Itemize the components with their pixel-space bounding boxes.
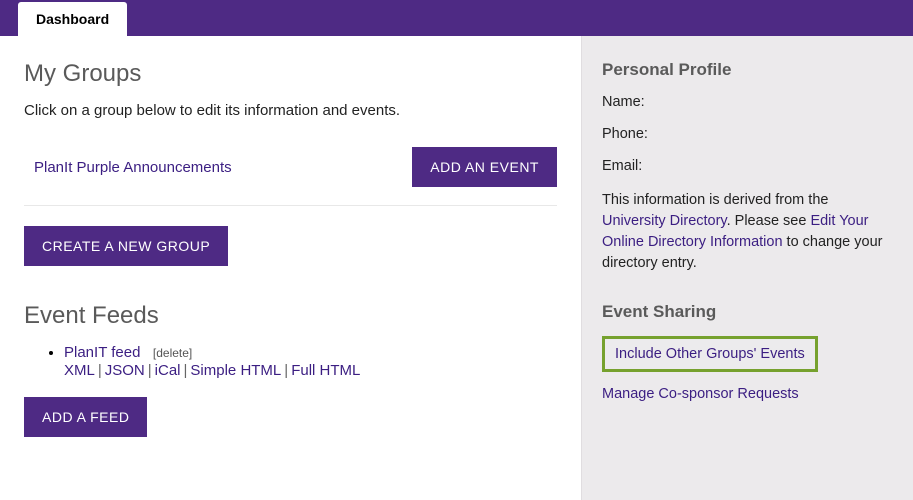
event-sharing-title: Event Sharing <box>602 302 893 322</box>
personal-profile-title: Personal Profile <box>602 60 893 80</box>
group-link[interactable]: PlanIt Purple Announcements <box>34 159 232 176</box>
feed-item: PlanIT feed [delete] XML|JSON|iCal|Simpl… <box>64 344 557 379</box>
include-other-groups-link[interactable]: Include Other Groups' Events <box>615 346 805 362</box>
feed-list: PlanIT feed [delete] XML|JSON|iCal|Simpl… <box>24 344 557 379</box>
tab-dashboard[interactable]: Dashboard <box>18 2 127 36</box>
include-groups-highlight: Include Other Groups' Events <box>602 336 818 372</box>
group-row: PlanIt Purple Announcements ADD AN EVENT <box>24 141 557 206</box>
university-directory-link[interactable]: University Directory <box>602 213 727 229</box>
manage-cosponsor-link[interactable]: Manage Co-sponsor Requests <box>602 386 893 402</box>
desc-text-mid: . Please see <box>727 213 811 229</box>
feed-format-full-html[interactable]: Full HTML <box>291 362 360 379</box>
feed-format-simple-html[interactable]: Simple HTML <box>190 362 281 379</box>
event-feeds-section: Event Feeds PlanIT feed [delete] XML|JSO… <box>24 302 557 437</box>
add-feed-button[interactable]: ADD A FEED <box>24 397 147 437</box>
event-sharing-section: Event Sharing Include Other Groups' Even… <box>602 302 893 402</box>
feed-delete-link[interactable]: [delete] <box>153 346 192 360</box>
add-event-button[interactable]: ADD AN EVENT <box>412 147 557 187</box>
main-panel: My Groups Click on a group below to edit… <box>0 36 581 500</box>
sidebar: Personal Profile Name: Phone: Email: Thi… <box>581 36 913 500</box>
my-groups-title: My Groups <box>24 60 557 88</box>
profile-name-label: Name: <box>602 94 893 110</box>
event-feeds-title: Event Feeds <box>24 302 557 330</box>
feed-format-xml[interactable]: XML <box>64 362 95 379</box>
groups-subtext: Click on a group below to edit its infor… <box>24 102 557 119</box>
desc-text: This information is derived from the <box>602 192 828 208</box>
topbar: Dashboard <box>0 0 913 36</box>
feed-formats: XML|JSON|iCal|Simple HTML|Full HTML <box>64 362 557 379</box>
create-group-button[interactable]: CREATE A NEW GROUP <box>24 226 228 266</box>
feed-format-json[interactable]: JSON <box>105 362 145 379</box>
profile-phone-label: Phone: <box>602 126 893 142</box>
feed-name-link[interactable]: PlanIT feed <box>64 344 140 361</box>
content: My Groups Click on a group below to edit… <box>0 36 913 500</box>
profile-email-label: Email: <box>602 158 893 174</box>
feed-format-ical[interactable]: iCal <box>155 362 181 379</box>
profile-description: This information is derived from the Uni… <box>602 190 893 274</box>
